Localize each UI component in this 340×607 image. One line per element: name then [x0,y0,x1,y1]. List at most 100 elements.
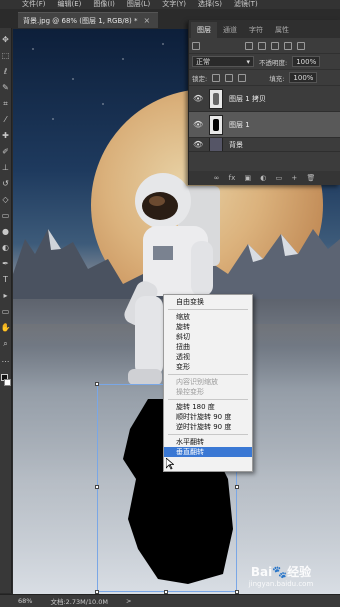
blend-mode-value: 正常 [196,57,210,66]
panel-tabs: 图层 通道 字符 属性 [189,20,340,38]
menu-select[interactable]: 选择(S) [198,0,222,9]
opacity-field[interactable]: 100% [292,56,321,67]
menu-item-free-transform[interactable]: 自由变换 [164,297,252,307]
blend-row: 正常 ▾ 不透明度: 100% [189,54,340,70]
visibility-eye-icon[interactable]: 👁 [193,94,203,103]
mouse-cursor-icon [166,458,174,470]
fill-field[interactable]: 100% [289,72,318,83]
filter-shape-icon[interactable] [284,41,292,50]
menu-separator [168,374,248,375]
new-layer-icon[interactable]: + [291,174,297,182]
menu-image[interactable]: 图像(I) [93,0,115,9]
layer-name: 图层 1 拷贝 [229,94,266,103]
document-tab[interactable]: 背景.jpg @ 68% (图层 1, RGB/8) * × [18,12,158,28]
marquee-tool-icon[interactable]: ⬚ [1,50,10,61]
menu-item[interactable]: 旋转 [164,322,252,332]
more-tool-icon[interactable]: … [1,354,10,365]
layer-style-icon[interactable]: fx [229,174,236,182]
gradient-tool-icon[interactable]: ▭ [1,210,10,221]
menu-filter[interactable]: 滤镜(T) [234,0,258,9]
tab-properties[interactable]: 属性 [269,22,295,38]
fill-value: 100% [293,73,314,82]
menu-separator [168,434,248,435]
menu-item[interactable]: 顺时针旋转 90 度 [164,412,252,422]
tools-panel: ✥ ⬚ ℓ ✎ ⌗ ⁄ ✚ ✐ ⊥ ↺ ◇ ▭ ● ◐ ✒ T ▸ ▭ ✋ ⌕ … [0,28,12,593]
menu-item: 操控变形 [176,388,204,396]
menu-file[interactable]: 文件(F) [22,0,46,9]
menu-edit[interactable]: 编辑(E) [58,0,82,9]
pen-tool-icon[interactable]: ✒ [1,258,10,269]
tab-layers[interactable]: 图层 [191,22,217,38]
status-arrow-icon[interactable]: > [126,597,131,605]
menu-item[interactable]: 变形 [164,362,252,372]
transform-handle[interactable] [235,485,239,489]
menu-item[interactable]: 旋转 180 度 [164,402,252,412]
zoom-tool-icon[interactable]: ⌕ [1,338,10,349]
menu-item[interactable]: 扭曲 [164,342,252,352]
lasso-tool-icon[interactable]: ℓ [1,66,10,77]
menu-separator [168,309,248,310]
fill-label: 填充: [269,74,285,83]
tab-character[interactable]: 字符 [243,22,269,38]
type-tool-icon[interactable]: T [1,274,10,285]
path-select-tool-icon[interactable]: ▸ [1,290,10,301]
layer-thumbnail [209,114,223,135]
menu-item[interactable]: 逆时针旋转 90 度 [164,422,252,432]
eyedropper-tool-icon[interactable]: ⁄ [1,114,10,125]
layer-row-selected[interactable]: 👁 图层 1 [189,112,340,138]
menu-item[interactable]: 水平翻转 [164,437,252,447]
color-swatches[interactable] [0,374,11,388]
new-group-icon[interactable]: ▭ [276,174,283,182]
lock-row: 锁定: 填充: 100% [189,70,340,86]
lock-position-icon[interactable] [225,73,234,82]
crop-tool-icon[interactable]: ⌗ [1,98,10,109]
adjustment-layer-icon[interactable]: ◐ [260,174,266,182]
eraser-tool-icon[interactable]: ◇ [1,194,10,205]
link-layers-icon[interactable]: ∞ [214,174,220,182]
transform-handle[interactable] [95,485,99,489]
tab-channels[interactable]: 通道 [217,22,243,38]
visibility-eye-icon[interactable]: 👁 [193,140,203,149]
background-color-swatch[interactable] [3,379,11,386]
dodge-tool-icon[interactable]: ◐ [1,242,10,253]
lock-all-icon[interactable] [238,73,247,82]
filter-pixel-icon[interactable] [245,41,253,50]
layer-row[interactable]: 👁 图层 1 拷贝 [189,86,340,112]
hand-tool-icon[interactable]: ✋ [1,322,11,333]
transform-handle[interactable] [95,382,99,386]
menu-item[interactable]: 斜切 [164,332,252,342]
lock-pixels-icon[interactable] [212,73,221,82]
menu-layer[interactable]: 图层(L) [127,0,150,9]
filter-adjust-icon[interactable] [258,41,266,50]
lock-label: 锁定: [192,74,208,83]
quick-select-tool-icon[interactable]: ✎ [1,82,10,93]
layer-filter-row [189,38,340,54]
add-mask-icon[interactable]: ▣ [244,174,251,182]
layer-name: 图层 1 [229,120,250,129]
blur-tool-icon[interactable]: ● [1,226,10,237]
history-brush-tool-icon[interactable]: ↺ [1,178,10,189]
status-bar: 68% 文档:2.73M/10.0M > [0,594,340,607]
menu-type[interactable]: 文字(Y) [162,0,186,9]
brush-tool-icon[interactable]: ✐ [1,146,10,157]
menu-item[interactable]: 透视 [164,352,252,362]
document-size: 文档:2.73M/10.0M [50,598,108,606]
menu-separator [168,399,248,400]
filter-type-icon[interactable] [271,41,279,50]
layer-row[interactable]: 👁 背景 [189,138,340,152]
zoom-level[interactable]: 68% [18,597,32,605]
blend-mode-select[interactable]: 正常 ▾ [192,56,254,67]
filter-smart-icon[interactable] [297,41,305,50]
filter-kind-icon[interactable] [192,41,200,50]
shape-tool-icon[interactable]: ▭ [1,306,10,317]
delete-layer-icon[interactable]: 🗑 [307,174,316,182]
visibility-eye-icon[interactable]: 👁 [193,120,203,129]
stamp-tool-icon[interactable]: ⊥ [1,162,10,173]
menu-item[interactable]: 垂直翻转 [164,447,252,457]
menu-item[interactable]: 缩放 [164,312,252,322]
opacity-label: 不透明度: [259,58,288,67]
menu-item: 内容识别缩放 [176,378,218,386]
healing-tool-icon[interactable]: ✚ [1,130,10,141]
move-tool-icon[interactable]: ✥ [1,34,10,45]
close-icon[interactable]: × [144,16,151,25]
